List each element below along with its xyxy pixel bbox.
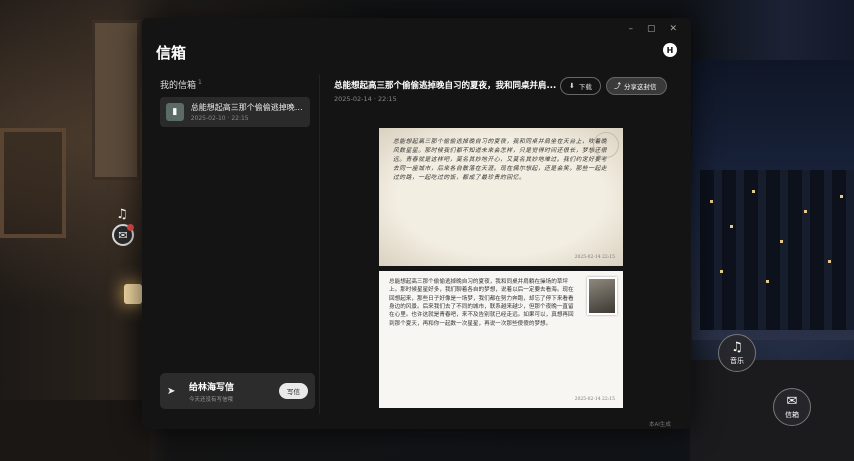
write-card-subtitle: 今天还没有写信哦 <box>189 396 234 403</box>
background-city <box>700 170 854 330</box>
mailbox-button[interactable]: ✉ 信箱 <box>773 388 811 426</box>
letter-list-item-date: 2025-02-10 · 22:15 <box>190 115 249 122</box>
letter-page1-date: 2025-02-14 22:15 <box>574 255 615 260</box>
write-card-title: 给林海写信 <box>189 382 235 393</box>
letter-view: 总能想起高三那个偷偷逃掉晚自习的夏夜，我和同桌并肩... 2025-02-14 … <box>334 74 674 428</box>
music-icon[interactable]: ♫ <box>113 205 131 223</box>
send-icon: ➤ <box>167 385 176 397</box>
book-icon: ▮ <box>166 103 184 121</box>
sidebar-heading-label: 我的信箱 <box>160 81 197 91</box>
download-icon: ⬇ <box>569 82 575 90</box>
share-label: 分享这封信 <box>624 83 657 91</box>
background-lamp <box>124 284 142 304</box>
letter-page2-date: 2025-02-14 22:15 <box>574 397 615 402</box>
download-button[interactable]: ⬇ 下载 <box>560 77 601 95</box>
maximize-button[interactable]: ▢ <box>647 24 656 34</box>
write-letter-button[interactable]: 写信 <box>279 383 308 399</box>
letter-list-item-title: 总能想起高三那个偷偷逃掉晚自习... <box>190 103 304 112</box>
share-icon: ⤴ <box>614 82 621 90</box>
notification-dot <box>127 224 134 231</box>
letter-page-handwritten: 总能想起高三那个偷偷逃掉晚自习的夏夜，我和同桌并肩坐在天台上，吹着晚风数星星。那… <box>379 128 623 266</box>
letter-photo <box>587 277 617 315</box>
music-button[interactable]: ♫ 音乐 <box>718 334 756 372</box>
letter-title: 总能想起高三那个偷偷逃掉晚自习的夏夜，我和同桌并肩... <box>334 81 556 91</box>
music-note-icon: ♫ <box>731 340 743 355</box>
background-sheet-music <box>92 20 140 180</box>
window-controls: – ▢ ✕ <box>628 24 677 34</box>
letter-page1-text: 总能想起高三那个偷偷逃掉晚自习的夏夜，我和同桌并肩坐在天台上，吹着晚风数星星。那… <box>393 139 608 181</box>
background-side-table <box>690 360 854 461</box>
avatar[interactable]: H <box>663 43 677 57</box>
mailbox-icon[interactable]: ✉ <box>112 224 134 246</box>
mailbox-modal: – ▢ ✕ 信箱 H 我的信箱1 ▮ 总能想起高三那个偷偷逃掉晚自习... 20… <box>142 18 691 429</box>
download-label: 下载 <box>578 83 592 91</box>
letter-page2-text: 总能想起高三那个偷偷逃掉晚自习的夏夜，我和同桌并肩躺在操场的草坪上。那时候星星好… <box>389 279 574 327</box>
page-title: 信箱 <box>156 44 187 62</box>
share-button[interactable]: ⤴ 分享这封信 <box>606 77 667 95</box>
sidebar: 我的信箱1 ▮ 总能想起高三那个偷偷逃掉晚自习... 2025-02-10 · … <box>160 74 320 414</box>
mailbox-label: 信箱 <box>785 411 799 419</box>
write-letter-card: ➤ 给林海写信 今天还没有写信哦 写信 <box>160 373 315 409</box>
letter-list-item[interactable]: ▮ 总能想起高三那个偷偷逃掉晚自习... 2025-02-10 · 22:15 <box>160 97 310 127</box>
sidebar-count: 1 <box>198 79 202 86</box>
background-picture-frame <box>0 128 66 238</box>
envelope-icon: ✉ <box>786 394 798 409</box>
letter-date: 2025-02-14 · 22:15 <box>334 95 397 103</box>
music-label: 音乐 <box>730 357 744 365</box>
close-button[interactable]: ✕ <box>669 24 677 34</box>
minimize-button[interactable]: – <box>628 24 633 34</box>
ai-generated-note: 本AI生成 <box>649 422 671 428</box>
sidebar-heading: 我的信箱 1 <box>160 78 319 91</box>
letter-page-typed: 总能想起高三那个偷偷逃掉晚自习的夏夜，我和同桌并肩躺在操场的草坪上。那时候星星好… <box>379 271 623 408</box>
background-desk <box>0 400 150 461</box>
